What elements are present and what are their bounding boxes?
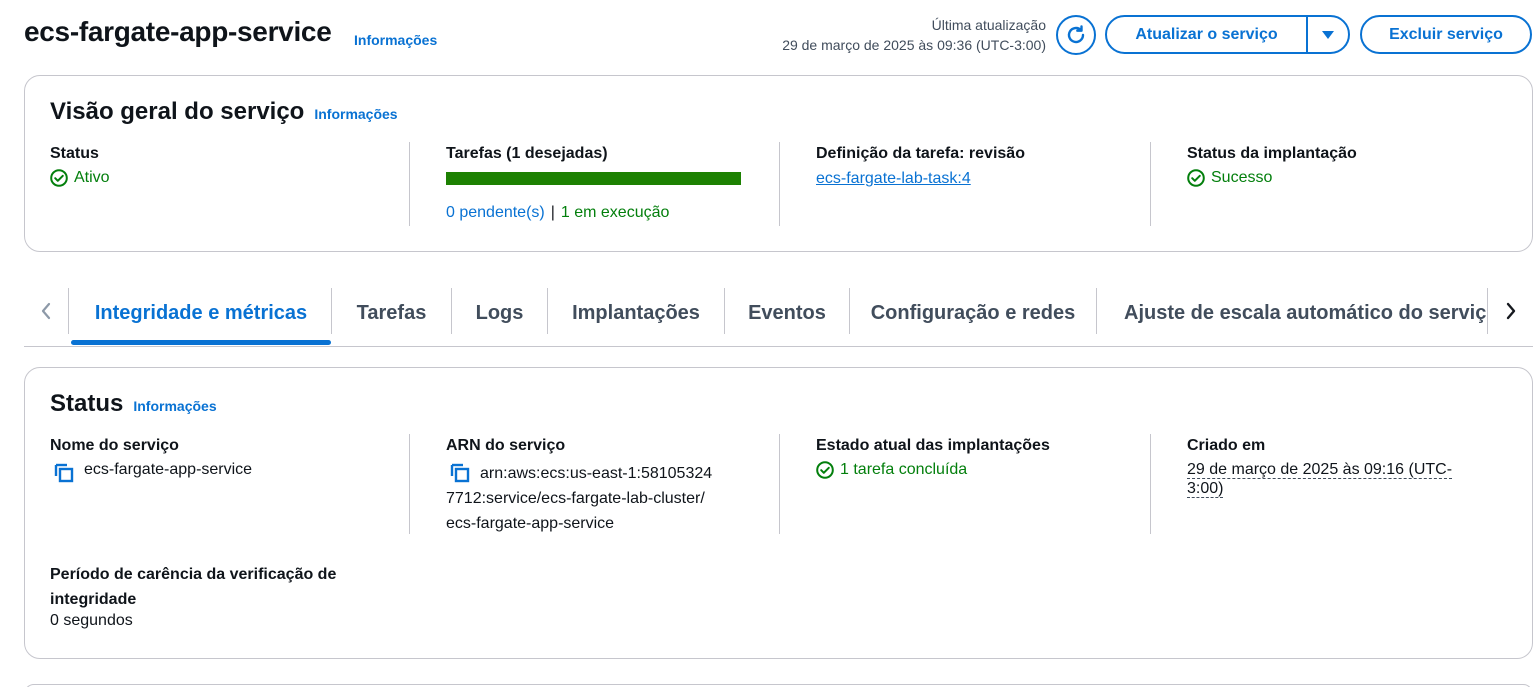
tasks-separator: | <box>550 204 555 221</box>
status-value-text: Ativo <box>74 169 110 186</box>
tab-configuracao-e-redes[interactable]: Configuração e redes <box>850 284 1096 342</box>
created-value[interactable]: 29 de março de 2025 às 09:16 (UTC- 3:00) <box>1187 460 1453 498</box>
divider <box>1150 142 1151 226</box>
grace-period-value: 0 segundos <box>50 612 133 629</box>
delete-service-button[interactable]: Excluir serviço <box>1360 15 1532 54</box>
refresh-button[interactable] <box>1056 15 1096 55</box>
tasks-progress-fill <box>446 172 741 185</box>
service-name-label: Nome do serviço <box>50 437 179 454</box>
pending-tasks-link[interactable]: 0 pendente(s) <box>446 204 545 222</box>
tab-tarefas[interactable]: Tarefas <box>332 284 451 342</box>
divider <box>779 434 780 534</box>
grace-period-label: Período de carência da verificação de in… <box>50 562 336 612</box>
service-overview-panel: Visão geral do serviço Informações Statu… <box>24 75 1533 252</box>
title-info-link[interactable]: Informações <box>354 32 437 48</box>
taskdef-label: Definição da tarefa: revisão <box>816 145 1025 162</box>
tab-ajuste-de-escala[interactable]: Ajuste de escala automático do serviço <box>1097 284 1487 342</box>
status-label: Status <box>50 145 99 162</box>
tab-logs[interactable]: Logs <box>452 284 547 342</box>
success-check-icon <box>1187 169 1205 187</box>
tab-eventos[interactable]: Eventos <box>725 284 849 342</box>
created-label: Criado em <box>1187 437 1266 454</box>
caret-down-icon <box>1322 30 1334 39</box>
overview-info-link[interactable]: Informações <box>314 106 397 122</box>
deploy-status-text: Sucesso <box>1211 169 1273 186</box>
tabs-scroll-right-button[interactable] <box>1499 296 1523 326</box>
copy-icon[interactable] <box>450 463 470 483</box>
tab-implantacoes[interactable]: Implantações <box>548 284 724 342</box>
update-service-dropdown[interactable] <box>1308 17 1348 52</box>
tab-separator <box>1487 288 1488 334</box>
page-title: ecs-fargate-app-service <box>24 16 332 47</box>
chevron-right-icon <box>1506 302 1516 320</box>
arn-line-1: arn:aws:ecs:us-east-1:58105324 <box>480 465 713 482</box>
deploy-status-label: Status da implantação <box>1187 145 1357 162</box>
divider <box>409 142 410 226</box>
arn-label: ARN do serviço <box>446 437 566 454</box>
grace-label-line-2: integridade <box>50 591 137 608</box>
tab-integridade-e-metricas[interactable]: Integridade e métricas <box>71 284 331 342</box>
status-value: Ativo <box>50 169 110 187</box>
copy-icon[interactable] <box>54 463 74 483</box>
status-panel: Status Informações Nome do serviço ecs-f… <box>24 367 1533 659</box>
arn-value: arn:aws:ecs:us-east-1:58105324 7712:serv… <box>446 461 712 536</box>
grace-label-line-1: Período de carência da verificação de <box>50 566 337 583</box>
status-title: Status <box>50 390 124 417</box>
tasks-progress-bar <box>446 172 741 185</box>
success-check-icon <box>816 461 834 479</box>
success-check-icon <box>50 169 68 187</box>
tabs-bar: Integridade e métricas Tarefas Logs Impl… <box>24 284 1533 347</box>
arn-line-3: ecs-fargate-app-service <box>446 515 615 532</box>
deploy-status-value: Sucesso <box>1187 169 1272 187</box>
deploy-state-label: Estado atual das implantações <box>816 437 1050 454</box>
refresh-icon <box>1067 25 1085 44</box>
divider <box>409 434 410 534</box>
chevron-left-icon <box>41 302 51 320</box>
last-update-label: Última atualização <box>931 17 1046 33</box>
update-service-button-group: Atualizar o serviço <box>1105 15 1350 54</box>
created-line-1: 29 de março de 2025 às 09:16 (UTC- <box>1187 461 1453 479</box>
tasks-label: Tarefas (1 desejadas) <box>446 145 608 162</box>
deploy-state-text: 1 tarefa concluída <box>840 461 968 478</box>
arn-line-2: 7712:service/ecs-fargate-lab-cluster/ <box>446 490 705 507</box>
tabs-scroll-left-button[interactable] <box>34 296 58 326</box>
divider <box>1150 434 1151 534</box>
tab-separator <box>68 288 69 334</box>
service-name-value: ecs-fargate-app-service <box>84 461 253 478</box>
status-info-link[interactable]: Informações <box>133 398 216 414</box>
running-tasks-link[interactable]: 1 em execução <box>561 204 670 222</box>
deploy-state-value: 1 tarefa concluída <box>816 461 967 479</box>
taskdef-link[interactable]: ecs-fargate-lab-task:4 <box>816 170 971 188</box>
overview-title: Visão geral do serviço <box>50 98 305 125</box>
update-service-button[interactable]: Atualizar o serviço <box>1107 17 1308 52</box>
active-tab-indicator <box>71 340 331 345</box>
last-update-value: 29 de março de 2025 às 09:36 (UTC-3:00) <box>782 37 1046 53</box>
service-name-row: ecs-fargate-app-service <box>54 461 252 483</box>
created-line-2: 3:00) <box>1187 480 1224 498</box>
divider <box>779 142 780 226</box>
